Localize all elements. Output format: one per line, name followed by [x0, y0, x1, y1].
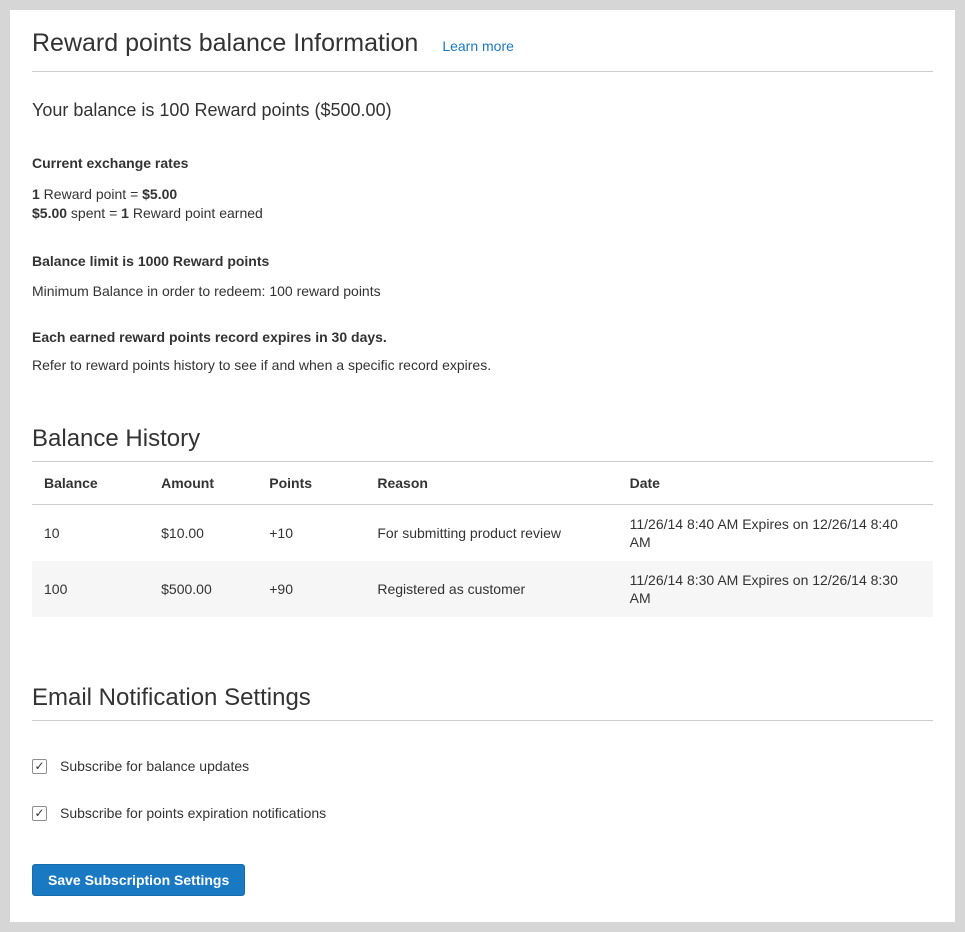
balance-history-section: Balance History Balance Amount Points Re… [32, 424, 933, 617]
cell-date: 11/26/14 8:30 AM Expires on 12/26/14 8:3… [618, 561, 933, 617]
balance-history-table: Balance Amount Points Reason Date 10 $10… [32, 462, 933, 617]
earn-rate-line: $5.00 spent = 1 Reward point earned [32, 204, 933, 223]
redeem-rate-amount: $5.00 [142, 186, 177, 202]
page-header: Reward points balance Information Learn … [32, 28, 933, 72]
cell-points: +90 [257, 561, 365, 617]
email-notification-settings-title: Email Notification Settings [32, 683, 933, 721]
page-background: { "colors": { "accent": "#1979c3", "link… [0, 10, 965, 922]
table-row: 10 $10.00 +10 For submitting product rev… [32, 505, 933, 562]
checkbox-label: Subscribe for balance updates [60, 757, 249, 775]
redeem-rate-line: 1 Reward point = $5.00 [32, 185, 933, 204]
column-header-date: Date [618, 462, 933, 505]
cell-points: +10 [257, 505, 365, 562]
column-header-reason: Reason [365, 462, 617, 505]
earn-rate-suffix: Reward point earned [129, 205, 263, 221]
redeem-rate-separator: Reward point = [40, 186, 142, 202]
minimum-balance-text: Minimum Balance in order to redeem: 100 … [32, 282, 933, 300]
earn-rate-separator: spent = [67, 205, 121, 221]
email-notification-section: Email Notification Settings Subscribe fo… [32, 683, 933, 896]
table-row: 100 $500.00 +90 Registered as customer 1… [32, 561, 933, 617]
cell-amount: $500.00 [149, 561, 257, 617]
earn-rate-amount: $5.00 [32, 205, 67, 221]
balance-limit-text: Balance limit is 1000 Reward points [32, 252, 933, 270]
reward-points-panel: Reward points balance Information Learn … [10, 10, 955, 922]
cell-date: 11/26/14 8:40 AM Expires on 12/26/14 8:4… [618, 505, 933, 562]
cell-balance: 10 [32, 505, 149, 562]
column-header-points: Points [257, 462, 365, 505]
cell-balance: 100 [32, 561, 149, 617]
balance-message: Your balance is 100 Reward points ($500.… [32, 99, 933, 121]
cell-reason: For submitting product review [365, 505, 617, 562]
subscription-option-expiration-notifications[interactable]: Subscribe for points expiration notifica… [32, 804, 933, 822]
subscription-option-balance-updates[interactable]: Subscribe for balance updates [32, 757, 933, 775]
cell-amount: $10.00 [149, 505, 257, 562]
exchange-rates-heading: Current exchange rates [32, 154, 933, 172]
page-title: Reward points balance Information [32, 28, 418, 58]
earn-rate-points: 1 [121, 205, 129, 221]
column-header-balance: Balance [32, 462, 149, 505]
balance-history-title: Balance History [32, 424, 933, 462]
redeem-rate-points: 1 [32, 186, 40, 202]
column-header-amount: Amount [149, 462, 257, 505]
save-subscription-settings-button[interactable]: Save Subscription Settings [32, 864, 245, 896]
table-header-row: Balance Amount Points Reason Date [32, 462, 933, 505]
learn-more-link[interactable]: Learn more [442, 38, 514, 54]
checkbox-label: Subscribe for points expiration notifica… [60, 804, 326, 822]
expiration-heading: Each earned reward points record expires… [32, 328, 933, 346]
cell-reason: Registered as customer [365, 561, 617, 617]
expiration-note: Refer to reward points history to see if… [32, 356, 933, 374]
